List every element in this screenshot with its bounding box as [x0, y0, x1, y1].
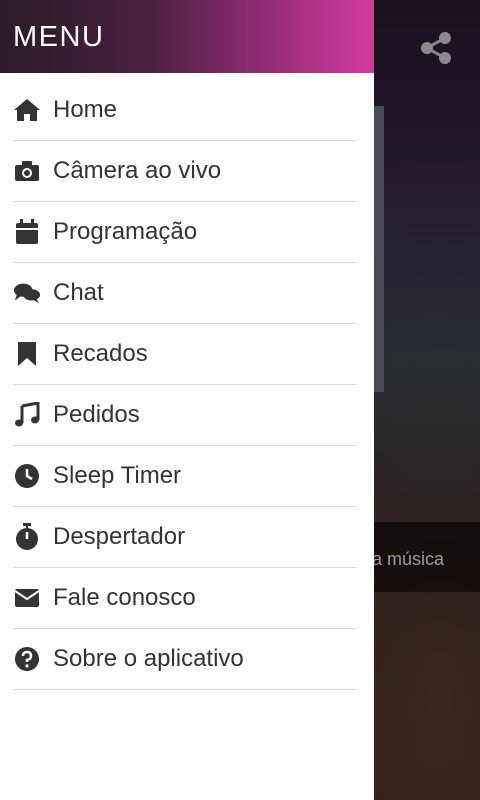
navigation-drawer: MENU Home Câmera ao vivo Programação Cha… — [0, 0, 374, 800]
menu-item-about[interactable]: Sobre o aplicativo — [13, 629, 357, 690]
home-icon — [13, 96, 41, 124]
clock-icon — [13, 462, 41, 490]
chat-icon — [13, 279, 41, 307]
menu-item-home[interactable]: Home — [13, 80, 357, 141]
menu-item-alarm[interactable]: Despertador — [13, 507, 357, 568]
menu-item-messages[interactable]: Recados — [13, 324, 357, 385]
stopwatch-icon — [13, 523, 41, 551]
menu-item-label: Câmera ao vivo — [53, 157, 222, 184]
menu-item-sleep-timer[interactable]: Sleep Timer — [13, 446, 357, 507]
share-button[interactable] — [414, 26, 458, 70]
menu-item-label: Home — [53, 96, 118, 123]
menu-item-chat[interactable]: Chat — [13, 263, 357, 324]
bookmark-icon — [13, 340, 41, 368]
calendar-icon — [13, 218, 41, 246]
question-circle-icon — [13, 645, 41, 673]
menu-item-label: Sleep Timer — [53, 462, 182, 489]
menu-item-contact[interactable]: Fale conosco — [13, 568, 357, 629]
drawer-title: MENU — [13, 21, 105, 53]
menu-item-label: Sobre o aplicativo — [53, 645, 244, 672]
menu-item-requests[interactable]: Pedidos — [13, 385, 357, 446]
menu-item-label: Pedidos — [53, 401, 140, 428]
menu-item-label: Fale conosco — [53, 584, 196, 611]
player-frame — [374, 106, 384, 392]
menu-item-camera[interactable]: Câmera ao vivo — [13, 141, 357, 202]
menu-item-schedule[interactable]: Programação — [13, 202, 357, 263]
menu-item-label: Chat — [53, 279, 104, 306]
menu-item-label: Recados — [53, 340, 148, 367]
share-icon — [418, 30, 454, 66]
drawer-header: MENU — [0, 0, 374, 73]
music-note-icon — [13, 401, 41, 429]
menu-list: Home Câmera ao vivo Programação Chat Rec — [13, 80, 357, 690]
track-title-text: a música — [372, 549, 445, 569]
menu-item-label: Despertador — [53, 523, 186, 550]
envelope-icon — [13, 584, 41, 612]
camera-icon — [13, 157, 41, 185]
menu-item-label: Programação — [53, 218, 198, 245]
